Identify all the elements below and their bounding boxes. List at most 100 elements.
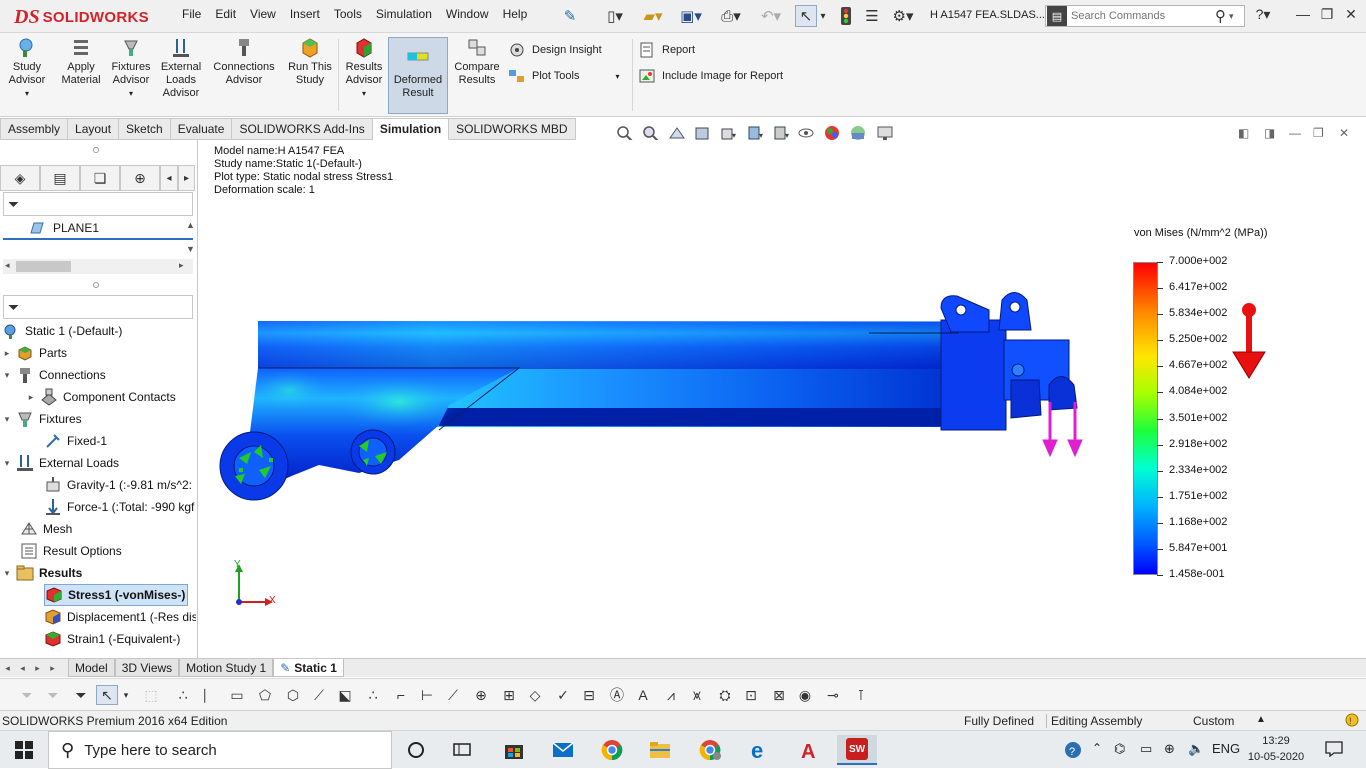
select-cursor-icon[interactable]: ↖ xyxy=(795,5,817,27)
cortana-icon[interactable] xyxy=(396,735,436,765)
solidworks-logo[interactable]: DS SOLIDWORKS xyxy=(14,5,149,29)
edge-icon[interactable]: e xyxy=(740,735,780,765)
fixtures-advisor-dropdown-icon[interactable]: ▾ xyxy=(129,87,133,100)
menu-file[interactable]: File xyxy=(175,7,208,21)
traffic-light-icon[interactable] xyxy=(838,5,854,27)
tab-layout[interactable]: Layout xyxy=(68,118,120,140)
menu-insert[interactable]: Insert xyxy=(283,7,327,21)
collapse-icon[interactable]: ▾ xyxy=(2,370,12,381)
search-commands-box[interactable]: ▤ ⚲ ▾ xyxy=(1045,5,1245,27)
new-document-icon[interactable]: ▯▾ xyxy=(600,5,630,27)
options-gear-icon[interactable]: ⚙▾ xyxy=(886,5,920,27)
filter-blocks-icon[interactable]: ⊡ xyxy=(740,685,762,705)
solidworks-taskbar-icon[interactable]: SW xyxy=(837,735,877,765)
minimize-icon[interactable]: — xyxy=(1292,6,1314,22)
compare-results-button[interactable]: Compare Results xyxy=(452,37,502,87)
tab-addins[interactable]: SOLIDWORKS Add-Ins xyxy=(232,118,373,140)
filter-balloons-icon[interactable]: Ⓐ xyxy=(606,685,628,705)
acrobat-icon[interactable]: A xyxy=(789,735,829,765)
include-image-button[interactable]: Include Image for Report xyxy=(638,68,783,84)
tree-fixed-1[interactable]: Fixed-1 xyxy=(44,430,107,452)
plot-tools-button[interactable]: Plot Tools ▾ xyxy=(508,68,620,84)
tab-3d-views[interactable]: 3D Views xyxy=(114,659,180,677)
collapse-icon[interactable]: ▾ xyxy=(2,414,12,425)
notification-icon[interactable]: ! xyxy=(1344,712,1360,731)
tab-next-icon[interactable]: ▸ xyxy=(30,663,45,674)
results-advisor-button[interactable]: Results Advisor ▾ xyxy=(342,37,386,100)
network-icon[interactable]: ⌬ xyxy=(1114,741,1125,757)
tree-stress1[interactable]: Stress1 (-vonMises-) xyxy=(44,584,188,606)
filter-sketch-points-icon[interactable]: ∴ xyxy=(362,685,384,705)
tree-external-loads[interactable]: ▾ External Loads xyxy=(2,452,119,474)
chrome-profile-icon[interactable] xyxy=(690,735,730,765)
file-properties-icon[interactable]: ☰ xyxy=(862,5,882,27)
tab-model[interactable]: Model xyxy=(68,659,115,677)
menu-tools[interactable]: Tools xyxy=(327,7,369,21)
filter-toggle-icon[interactable]: ⏷ xyxy=(16,685,38,705)
search-scope-icon[interactable]: ▤ xyxy=(1047,6,1067,26)
menu-window[interactable]: Window xyxy=(439,7,496,21)
taskbar-clock[interactable]: 13:29 10-05-2020 xyxy=(1246,733,1306,765)
configuration-manager-tab-icon[interactable]: ❏ xyxy=(80,165,120,191)
close-icon[interactable]: ✕ xyxy=(1340,6,1362,23)
doc-restore-icon[interactable]: ❐ xyxy=(1313,126,1324,140)
scrollbar-thumb[interactable] xyxy=(16,261,71,272)
tab-simulation[interactable]: Simulation xyxy=(372,118,450,140)
design-insight-button[interactable]: Design Insight xyxy=(508,42,602,58)
tab-last-icon[interactable]: ▸ xyxy=(45,663,60,674)
report-button[interactable]: Report xyxy=(638,42,695,58)
filter-dowel-pins-icon[interactable]: ⊠ xyxy=(768,685,790,705)
tab-evaluate[interactable]: Evaluate xyxy=(170,118,233,140)
tree-results[interactable]: ▾ Results xyxy=(2,562,82,584)
tree-connections[interactable]: ▾ Connections xyxy=(2,364,106,386)
filter-surface-bodies-icon[interactable]: ⬠ xyxy=(254,685,276,705)
tab-first-icon[interactable]: ◂ xyxy=(0,663,15,674)
save-icon[interactable]: ▣▾ xyxy=(676,5,706,27)
plot-tools-dropdown-icon[interactable]: ▾ xyxy=(616,72,620,81)
filter-sketch-segments-icon[interactable]: ⌐ xyxy=(390,685,412,705)
simulation-tree-filter-icon[interactable]: ⏷ xyxy=(3,295,193,319)
filter-routing-points-icon[interactable]: ⊸ xyxy=(822,685,844,705)
filter-mesh-icon[interactable]: ⊺ xyxy=(850,685,872,705)
filter-components-icon[interactable]: ⬚ xyxy=(140,685,162,705)
scroll-down-icon[interactable]: ▼ xyxy=(186,244,195,254)
microsoft-store-icon[interactable] xyxy=(494,735,534,765)
deformed-result-button[interactable]: Deformed Result xyxy=(388,37,448,114)
plane-item[interactable]: PLANE1 xyxy=(3,218,193,240)
show-hidden-icons-icon[interactable]: ⌃ xyxy=(1092,741,1102,755)
tree-force-1[interactable]: Force-1 (:Total: -990 kgf xyxy=(44,496,196,518)
filter-weld-symbols-icon[interactable]: ⩘ xyxy=(660,685,682,705)
chrome-icon[interactable] xyxy=(592,735,632,765)
tree-displacement1[interactable]: Displacement1 (-Res dis xyxy=(44,606,196,628)
units-dropdown-icon[interactable]: ▲ xyxy=(1256,714,1266,725)
fea-stress-model[interactable] xyxy=(199,140,1366,658)
filter-centerline-icon[interactable]: ⊕ xyxy=(470,685,492,705)
connections-advisor-button[interactable]: Connections Advisor xyxy=(209,37,279,87)
language-indicator[interactable]: ENG xyxy=(1212,741,1240,756)
tile-right-icon[interactable]: ◨ xyxy=(1264,126,1275,140)
horizontal-scrollbar[interactable]: ◂ ▸ xyxy=(3,259,193,274)
help-tray-icon[interactable]: ? xyxy=(1064,741,1082,762)
property-manager-tab-icon[interactable]: ▤ xyxy=(40,165,80,191)
pin-icon[interactable]: ✎ xyxy=(560,5,580,27)
filter-all-icon[interactable]: ⏷ xyxy=(70,685,92,705)
filter-datum-targets-icon[interactable]: ⩙ xyxy=(686,685,708,705)
fixtures-advisor-button[interactable]: Fixtures Advisor ▾ xyxy=(108,37,154,100)
search-icon[interactable]: ⚲ xyxy=(1215,7,1226,25)
tab-motion-study[interactable]: Motion Study 1 xyxy=(179,659,274,677)
tree-strain1[interactable]: Strain1 (-Equivalent-) xyxy=(44,628,196,650)
tab-static-1[interactable]: ✎ Static 1 xyxy=(273,659,344,677)
help-icon[interactable]: ?▾ xyxy=(1252,6,1274,23)
graphics-area[interactable]: Model name:H A1547 FEA Study name:Static… xyxy=(199,140,1366,658)
filter-vertices-icon[interactable]: ∴ xyxy=(172,685,194,705)
results-advisor-dropdown-icon[interactable]: ▾ xyxy=(362,87,366,100)
tile-left-icon[interactable]: ◧ xyxy=(1238,126,1249,140)
select-dropdown-icon[interactable]: ▾ xyxy=(818,5,828,27)
open-folder-icon[interactable]: ▰▾ xyxy=(638,5,668,27)
globe-icon[interactable]: ⊕ xyxy=(1164,741,1175,757)
filter-axes-icon[interactable]: ⟋ xyxy=(308,685,330,705)
volume-icon[interactable]: 🔈 xyxy=(1188,741,1204,757)
search-input[interactable] xyxy=(1071,10,1211,22)
tab-mbd[interactable]: SOLIDWORKS MBD xyxy=(449,118,576,140)
tree-mesh[interactable]: Mesh xyxy=(20,518,72,540)
